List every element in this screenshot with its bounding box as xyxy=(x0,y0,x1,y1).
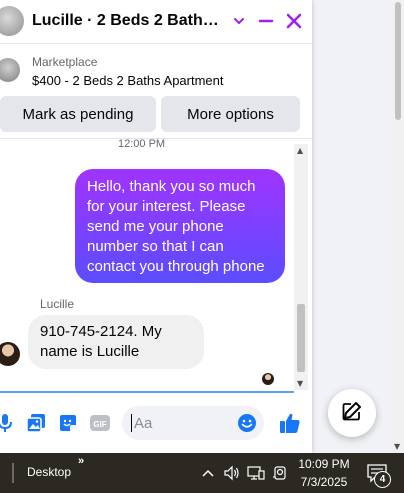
taskbar: Desktop » 10:09 PM 7/3/2025 4 xyxy=(0,453,404,493)
scroll-up-arrow-icon[interactable]: ▲ xyxy=(297,146,303,155)
sender-name: Lucille xyxy=(40,297,75,311)
desktop-toolbar-label[interactable]: Desktop xyxy=(27,465,71,479)
message-scrollbar[interactable]: ▲ ▼ xyxy=(294,144,308,390)
listing-source: Marketplace xyxy=(32,55,98,69)
contact-avatar[interactable] xyxy=(0,6,24,36)
photo-icon[interactable] xyxy=(25,412,47,434)
scroll-down-arrow-icon[interactable]: ▼ xyxy=(297,379,303,388)
page-scrollbar[interactable]: ▼ xyxy=(392,0,404,453)
close-icon[interactable] xyxy=(283,10,305,32)
taskbar-separator xyxy=(12,463,14,483)
network-icon[interactable] xyxy=(246,463,266,483)
clock-date[interactable]: 7/3/2025 xyxy=(296,475,352,489)
message-timestamp: 12:00 PM xyxy=(118,139,166,150)
speaker-icon[interactable] xyxy=(222,463,242,483)
gif-icon[interactable]: GIF xyxy=(89,412,111,434)
chat-header: Lucille · 2 Beds 2 Baths Ap... xyxy=(0,0,312,44)
marketplace-listing[interactable]: Marketplace $400 - 2 Beds 2 Baths Apartm… xyxy=(0,50,312,92)
notification-count-badge: 4 xyxy=(374,471,391,488)
minimize-icon[interactable] xyxy=(255,10,277,32)
sender-avatar[interactable] xyxy=(0,342,20,366)
sticker-icon[interactable] xyxy=(57,412,79,434)
thumbs-up-icon[interactable] xyxy=(279,412,301,434)
new-message-button[interactable] xyxy=(328,389,376,437)
chevron-down-icon[interactable] xyxy=(228,10,250,32)
clock-time[interactable]: 10:09 PM xyxy=(296,457,352,471)
compose-icon xyxy=(342,401,362,426)
incoming-message[interactable]: 910-745-2124. My name is Lucille xyxy=(28,315,204,369)
gif-label: GIF xyxy=(93,420,106,429)
seen-indicator-avatar xyxy=(262,373,274,385)
message-scrollbar-thumb[interactable] xyxy=(297,304,305,372)
listing-thumbnail xyxy=(0,58,20,82)
message-composer: GIF xyxy=(0,400,312,446)
message-list: 12:00 PM Hello, thank you so much for yo… xyxy=(0,139,312,391)
page-scrollbar-thumb[interactable] xyxy=(395,2,401,120)
page-background xyxy=(312,0,392,453)
emoji-icon[interactable] xyxy=(236,412,258,434)
outgoing-message[interactable]: Hello, thank you so much for your intere… xyxy=(75,169,285,283)
more-options-button[interactable]: More options xyxy=(161,96,300,132)
camera-icon[interactable] xyxy=(270,463,290,483)
focus-underline xyxy=(0,391,294,393)
scroll-down-arrow-icon[interactable]: ▼ xyxy=(394,442,400,451)
chat-title[interactable]: Lucille · 2 Beds 2 Baths Ap... xyxy=(32,12,227,30)
toolbar-overflow-chevron[interactable]: » xyxy=(78,455,84,467)
listing-title[interactable]: $400 - 2 Beds 2 Baths Apartment xyxy=(32,73,224,88)
text-caret xyxy=(131,414,132,432)
chat-window: Lucille · 2 Beds 2 Baths Ap... Marketpla… xyxy=(0,0,312,453)
mark-as-pending-button[interactable]: Mark as pending xyxy=(0,96,156,132)
chevron-up-icon[interactable] xyxy=(198,463,218,483)
microphone-icon[interactable] xyxy=(0,412,16,434)
